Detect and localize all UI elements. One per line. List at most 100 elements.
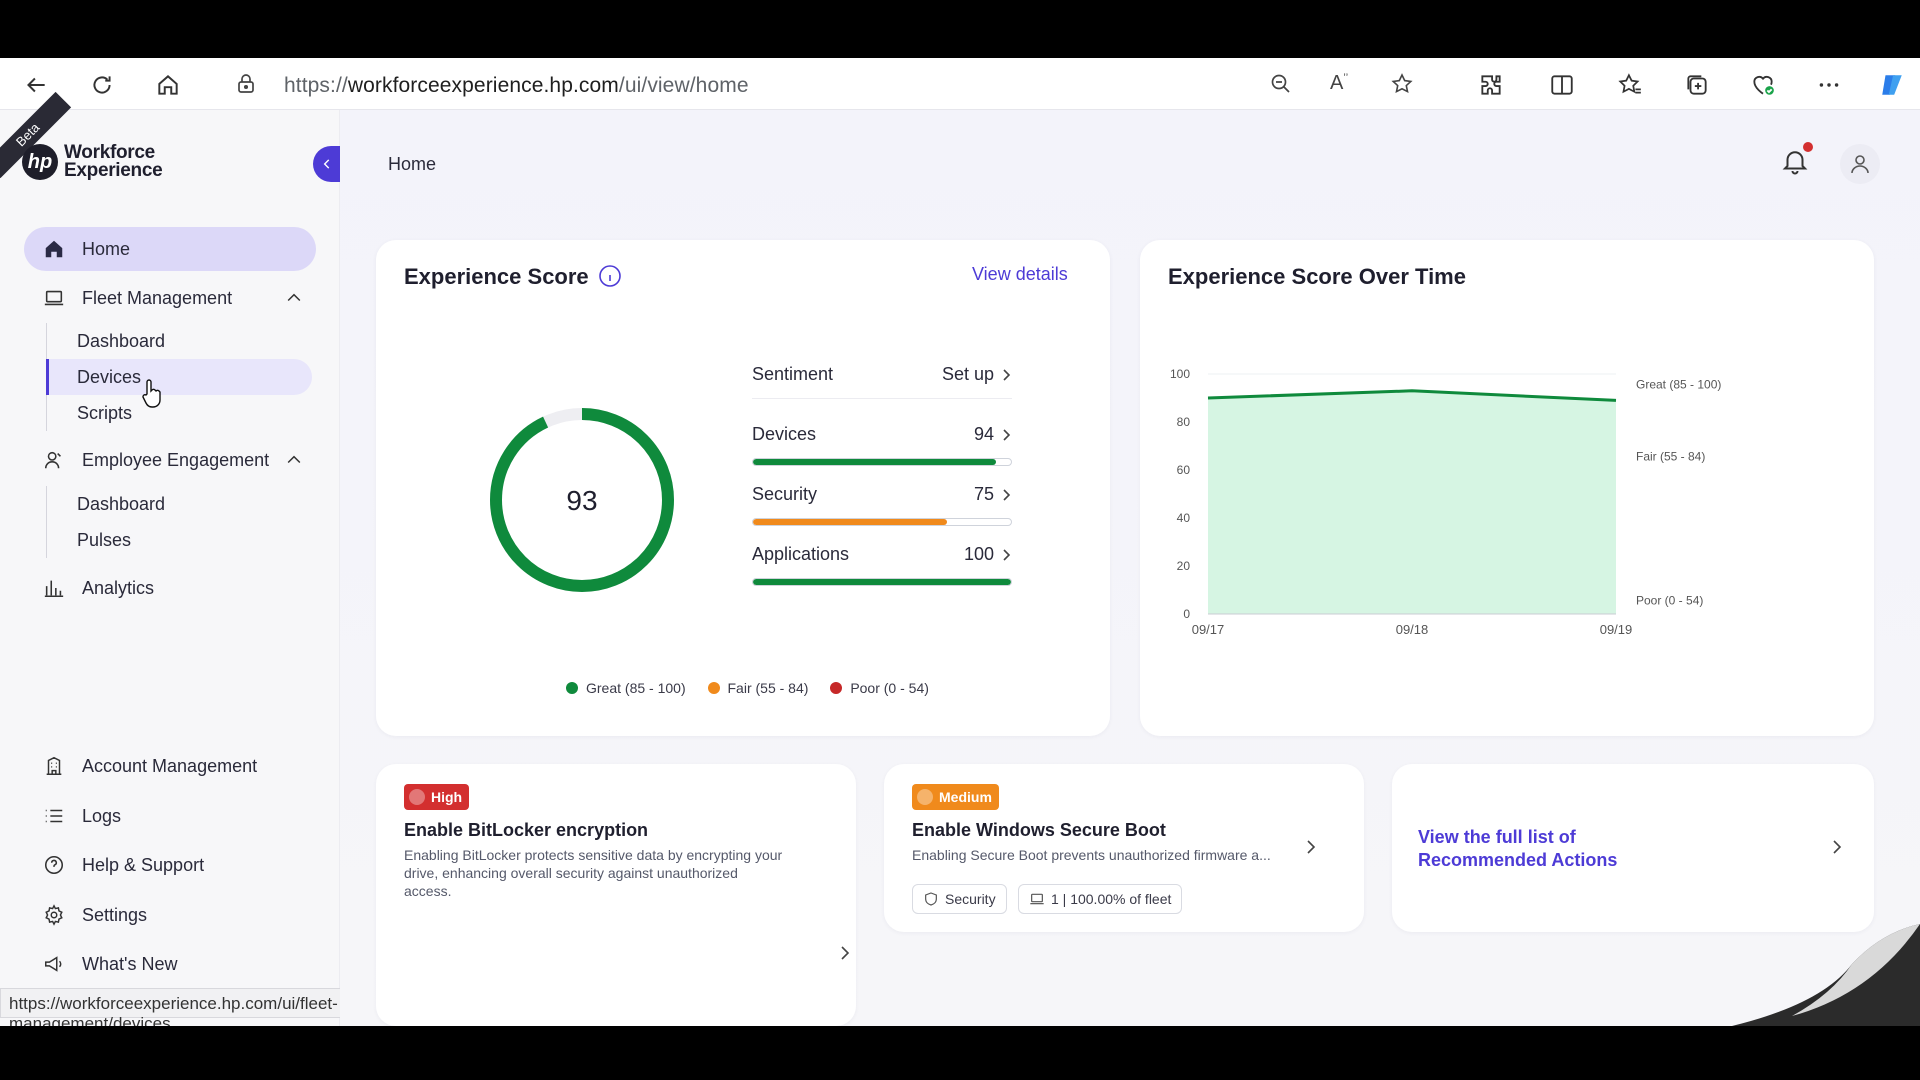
refresh-icon[interactable] xyxy=(85,68,119,102)
y-tick-label: 20 xyxy=(1177,559,1191,573)
sidebar-subitem-engagement-dashboard[interactable]: Dashboard xyxy=(46,486,312,522)
sidebar-item-logs[interactable]: Logs xyxy=(24,794,316,838)
y-tick-label: 60 xyxy=(1177,463,1191,477)
sidebar-subitem-devices[interactable]: Devices xyxy=(46,359,312,395)
metric-list: Sentiment Set up Devices 94 Security 75 … xyxy=(752,364,1012,624)
chevron-left-icon xyxy=(323,159,330,169)
recommendation-card-secure-boot[interactable]: Medium Enable Windows Secure Boot Enabli… xyxy=(884,764,1364,932)
y-tick-label: 40 xyxy=(1177,511,1191,525)
collapse-sidebar-button[interactable] xyxy=(313,146,341,182)
view-full-list-card[interactable]: View the full list of Recommended Action… xyxy=(1392,764,1874,932)
shield-icon xyxy=(925,892,937,906)
info-icon[interactable] xyxy=(598,264,622,288)
legend-dot xyxy=(707,682,720,694)
favorites-icon[interactable] xyxy=(1613,68,1647,102)
chevron-right-icon[interactable] xyxy=(1830,838,1844,856)
home-browser-icon[interactable] xyxy=(151,68,185,102)
y-tick-label: 0 xyxy=(1183,607,1190,621)
severity-badge-medium: Medium xyxy=(912,784,999,810)
sidebar-subitem-fleet-dashboard[interactable]: Dashboard xyxy=(46,323,312,359)
copilot-icon[interactable] xyxy=(1875,68,1909,102)
app-name: Workforce Experience xyxy=(64,142,163,181)
band-label: Great (85 - 100) xyxy=(1636,377,1721,391)
x-tick-label: 09/19 xyxy=(1600,622,1633,637)
metric-progress-bar xyxy=(752,518,1012,526)
more-menu-icon[interactable] xyxy=(1812,68,1846,102)
score-area xyxy=(1208,390,1616,614)
band-label: Fair (55 - 84) xyxy=(1636,449,1705,463)
sidebar-item-account-management[interactable]: Account Management xyxy=(24,744,316,788)
score-value: 93 xyxy=(566,485,597,516)
legend-item-great: Great (85 - 100) xyxy=(566,680,686,696)
sidebar-item-label: Fleet Management xyxy=(82,287,233,308)
sidebar-item-fleet-management[interactable]: Fleet Management xyxy=(24,276,316,320)
category-tag: Security xyxy=(912,884,1007,914)
browser-toolbar: https://workforceexperience.hp.com/ui/vi… xyxy=(0,58,1920,110)
sidebar-subitem-scripts[interactable]: Scripts xyxy=(46,395,312,431)
view-details-link[interactable]: View details xyxy=(972,264,1068,285)
breadcrumb: Home xyxy=(388,154,437,174)
chevron-right-icon[interactable] xyxy=(1304,838,1318,856)
chevron-up-icon[interactable] xyxy=(284,450,304,470)
card-title: Experience Score xyxy=(404,264,589,289)
chevron-up-icon[interactable] xyxy=(284,288,304,308)
sidebar-item-label: Home xyxy=(82,238,131,259)
sidebar-subitem-pulses[interactable]: Pulses xyxy=(46,522,312,558)
screen: https://workforceexperience.hp.com/ui/vi… xyxy=(0,0,1920,1080)
metric-value: 100 xyxy=(963,544,994,564)
sidebar-item-label: Analytics xyxy=(82,577,155,598)
sidebar-item-help-support[interactable]: Help & Support xyxy=(24,843,316,887)
hand-cursor-icon xyxy=(141,378,163,408)
zoom-out-icon[interactable] xyxy=(1269,72,1293,96)
sidebar-item-whats-new[interactable]: What's New xyxy=(24,942,316,986)
sidebar-item-settings[interactable]: Settings xyxy=(24,893,316,937)
legend-item-poor: Poor (0 - 54) xyxy=(830,680,929,696)
favorite-star-icon[interactable] xyxy=(1390,72,1414,96)
sidebar-item-home[interactable]: Home xyxy=(24,227,316,271)
card-title: Experience Score Over Time xyxy=(1168,264,1466,289)
split-screen-icon[interactable] xyxy=(1545,68,1579,102)
recommendation-description: Enabling Secure Boot prevents unauthoriz… xyxy=(912,847,1271,863)
score-over-time-card: Experience Score Over Time 0 20 40 60 80 100 0… xyxy=(1140,240,1874,736)
alert-icon xyxy=(917,789,933,805)
score-area-chart: 0 20 40 60 80 100 09/17 09/18 09/19 Great (85 - 1… xyxy=(1170,367,1721,637)
browser-status-url: https://workforceexperience.hp.com/ui/fl… xyxy=(0,988,347,1026)
user-avatar[interactable] xyxy=(1840,144,1880,184)
chevron-right-icon[interactable] xyxy=(838,944,852,962)
megaphone-icon xyxy=(40,950,68,978)
sidebar: Beta hp Workforce Experience Home Fleet M… xyxy=(0,91,347,1026)
severity-badge-high: High xyxy=(404,784,470,810)
divider xyxy=(752,398,1012,399)
sidebar-item-label: Logs xyxy=(82,805,122,826)
recommendation-card-bitlocker[interactable]: High Enable BitLocker encryption Enablin… xyxy=(376,764,856,1026)
y-tick-label: 80 xyxy=(1177,415,1191,429)
metric-progress-fill xyxy=(753,579,1011,585)
x-tick-label: 09/17 xyxy=(1192,622,1225,637)
notification-badge xyxy=(1803,142,1813,152)
url-text: https://workforceexperience.hp.com/ui/vi… xyxy=(284,74,749,97)
collections-icon[interactable] xyxy=(1680,68,1714,102)
recommendation-title: Enable BitLocker encryption xyxy=(404,820,649,840)
chevron-right-icon xyxy=(1003,549,1011,561)
back-icon[interactable] xyxy=(19,68,53,102)
user-icon xyxy=(1851,155,1869,174)
experience-score-card: Experience Score View details 93 Sentime… xyxy=(376,240,1110,736)
chevron-right-icon xyxy=(1003,429,1011,441)
view-full-list-link[interactable]: View the full list of Recommended Action… xyxy=(1418,826,1638,872)
main-content: Home Experience Score View details 93 Se… xyxy=(340,110,1920,1026)
gear-icon xyxy=(40,901,68,929)
y-tick-label: 100 xyxy=(1170,367,1190,381)
metric-label: Security xyxy=(752,484,818,504)
metric-value: 94 xyxy=(973,424,994,444)
browser-essentials-icon[interactable] xyxy=(1746,68,1780,102)
app-root: Beta hp Workforce Experience Home Fleet M… xyxy=(0,91,1920,1026)
chevron-right-icon xyxy=(1003,369,1011,381)
read-aloud-icon[interactable]: Aʼʼ xyxy=(1330,72,1356,96)
address-bar[interactable]: https://workforceexperience.hp.com/ui/vi… xyxy=(212,64,1447,104)
legend-dot xyxy=(830,682,843,694)
sidebar-item-analytics[interactable]: Analytics xyxy=(24,566,316,610)
app-logo[interactable]: hp Workforce Experience xyxy=(22,142,163,181)
extensions-icon[interactable] xyxy=(1474,68,1508,102)
sidebar-item-employee-engagement[interactable]: Employee Engagement xyxy=(24,438,316,482)
recommendation-description: Enabling BitLocker protects sensitive da… xyxy=(404,847,783,899)
